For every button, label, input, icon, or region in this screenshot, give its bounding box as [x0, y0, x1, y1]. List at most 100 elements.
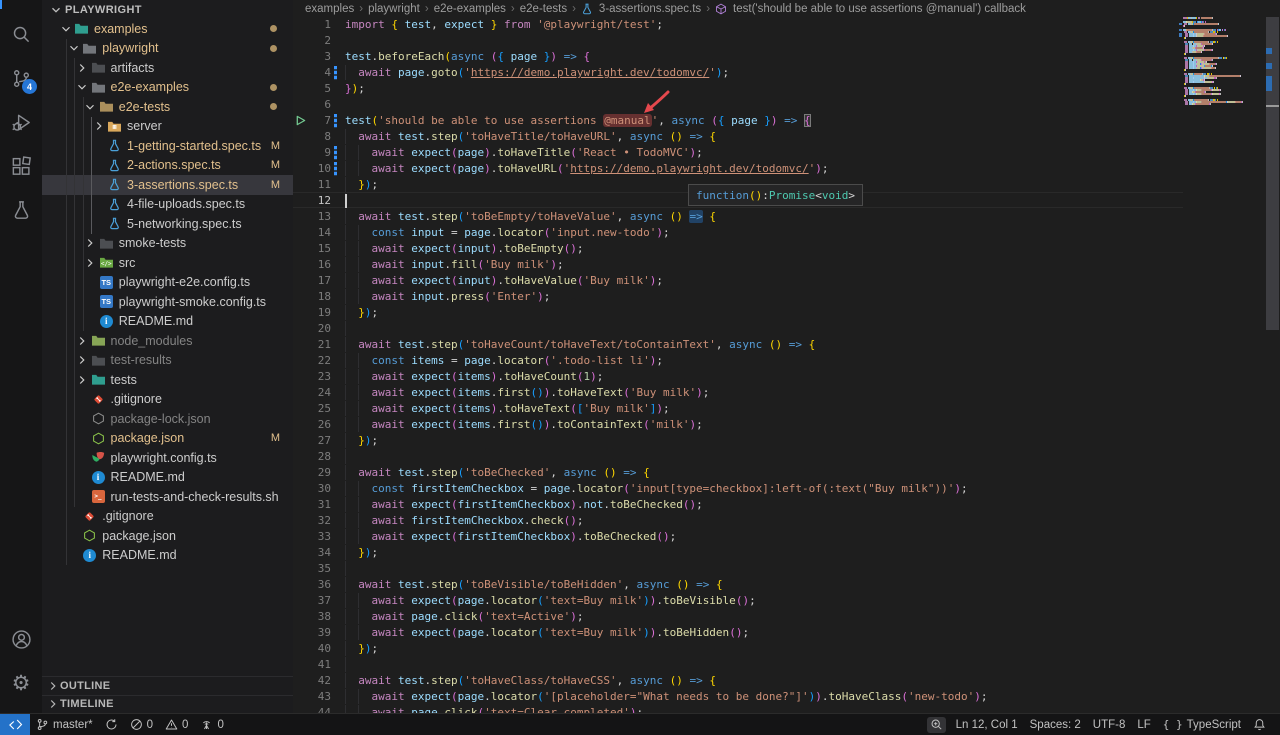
- status-radio-tower[interactable]: 0: [194, 714, 229, 735]
- tree-item-artifacts[interactable]: artifacts: [42, 58, 293, 78]
- code-line-10[interactable]: 10 await expect(page).toHaveURL('https:/…: [293, 161, 1280, 177]
- tree-item-playwright-config-ts[interactable]: playwright.config.ts: [42, 448, 293, 468]
- code-line-23[interactable]: 23 await expect(items).toHaveCount(1);: [293, 369, 1280, 385]
- code-line-42[interactable]: 42 await test.step('toHaveClass/toHaveCS…: [293, 673, 1280, 689]
- code-line-32[interactable]: 32 await firstItemCheckbox.check();: [293, 513, 1280, 529]
- tree-item-node-modules[interactable]: node_modules: [42, 331, 293, 351]
- code-line-4[interactable]: 4 await page.goto('https://demo.playwrig…: [293, 65, 1280, 81]
- status-git-branch[interactable]: master*: [30, 714, 99, 735]
- status-utf-8[interactable]: UTF-8: [1087, 714, 1132, 735]
- tree-item--gitignore[interactable]: .gitignore: [42, 507, 293, 527]
- code-line-36[interactable]: 36 await test.step('toBeVisible/toBeHidd…: [293, 577, 1280, 593]
- status-spaces-2[interactable]: Spaces: 2: [1024, 714, 1087, 735]
- code-line-14[interactable]: 14 const input = page.locator('input.new…: [293, 225, 1280, 241]
- code-line-24[interactable]: 24 await expect(items.first()).toHaveTex…: [293, 385, 1280, 401]
- run-test-icon[interactable]: [295, 115, 306, 126]
- activity-extensions-icon[interactable]: [0, 144, 42, 188]
- code-line-8[interactable]: 8 await test.step('toHaveTitle/toHaveURL…: [293, 129, 1280, 145]
- tree-item-readme-md[interactable]: iREADME.md: [42, 312, 293, 332]
- status-warning[interactable]: 0: [159, 714, 194, 735]
- panel-outline[interactable]: OUTLINE: [42, 676, 293, 695]
- code-line-22[interactable]: 22 const items = page.locator('.todo-lis…: [293, 353, 1280, 369]
- breadcrumb-item[interactable]: e2e-examples: [434, 3, 506, 15]
- code-line-18[interactable]: 18 await input.press('Enter');: [293, 289, 1280, 305]
- tree-item-playwright-e2e-config-ts[interactable]: TSplaywright-e2e.config.ts: [42, 273, 293, 293]
- breadcrumb-item[interactable]: playwright: [368, 3, 420, 15]
- tree-item-readme-md[interactable]: iREADME.md: [42, 546, 293, 566]
- tree-item--gitignore[interactable]: .gitignore: [42, 390, 293, 410]
- breadcrumb-item[interactable]: 3-assertions.spec.ts: [581, 3, 701, 15]
- code-line-35[interactable]: 35: [293, 561, 1280, 577]
- breadcrumb-item[interactable]: test('should be able to use assertions @…: [715, 3, 1026, 15]
- status-ln-12-col-1[interactable]: Ln 12, Col 1: [950, 714, 1024, 735]
- tree-item-test-results[interactable]: test-results: [42, 351, 293, 371]
- code-line-38[interactable]: 38 await page.click('text=Active');: [293, 609, 1280, 625]
- activity-search-icon[interactable]: [0, 12, 42, 56]
- tree-item-e2e-examples[interactable]: e2e-examples: [42, 78, 293, 98]
- tree-item-package-json[interactable]: package.json: [42, 526, 293, 546]
- code-line-27[interactable]: 27 });: [293, 433, 1280, 449]
- tree-item-4-file-uploads-spec-ts[interactable]: 4-file-uploads.spec.ts: [42, 195, 293, 215]
- tree-item-2-actions-spec-ts[interactable]: 2-actions.spec.tsM: [42, 156, 293, 176]
- panel-timeline[interactable]: TIMELINE: [42, 695, 293, 714]
- code-line-7[interactable]: 7test('should be able to use assertions …: [293, 113, 1280, 129]
- code-line-34[interactable]: 34 });: [293, 545, 1280, 561]
- code-line-44[interactable]: 44 await page.click('text=Clear complete…: [293, 705, 1280, 713]
- tree-item-run-tests-and-check-results-sh[interactable]: >_run-tests-and-check-results.sh: [42, 487, 293, 507]
- tree-item-server[interactable]: ▦server: [42, 117, 293, 137]
- status-error[interactable]: 0: [124, 714, 159, 735]
- code-line-37[interactable]: 37 await expect(page.locator('text=Buy m…: [293, 593, 1280, 609]
- code-line-20[interactable]: 20: [293, 321, 1280, 337]
- code-line-6[interactable]: 6: [293, 97, 1280, 113]
- code-line-31[interactable]: 31 await expect(firstItemCheckbox).not.t…: [293, 497, 1280, 513]
- code-line-30[interactable]: 30 const firstItemCheckbox = page.locato…: [293, 481, 1280, 497]
- activity-run-debug-icon[interactable]: [0, 100, 42, 144]
- tree-item-5-networking-spec-ts[interactable]: 5-networking.spec.ts: [42, 214, 293, 234]
- status-lf[interactable]: LF: [1131, 714, 1156, 735]
- code-line-43[interactable]: 43 await expect(page.locator('[placehold…: [293, 689, 1280, 705]
- code-line-29[interactable]: 29 await test.step('toBeChecked', async …: [293, 465, 1280, 481]
- code-line-16[interactable]: 16 await input.fill('Buy milk');: [293, 257, 1280, 273]
- status-bell[interactable]: [1247, 714, 1272, 735]
- code-line-41[interactable]: 41: [293, 657, 1280, 673]
- tree-item-e2e-tests[interactable]: e2e-tests: [42, 97, 293, 117]
- status-zoom-plus[interactable]: [927, 717, 946, 733]
- breadcrumb-item[interactable]: e2e-tests: [520, 3, 567, 15]
- activity-settings-gear-icon[interactable]: ⚙: [0, 661, 42, 705]
- editor-pane[interactable]: examples›playwright›e2e-examples›e2e-tes…: [293, 0, 1280, 713]
- tree-item-1-getting-started-spec-ts[interactable]: 1-getting-started.spec.tsM: [42, 136, 293, 156]
- code-line-13[interactable]: 13 await test.step('toBeEmpty/toHaveValu…: [293, 209, 1280, 225]
- activity-testing-icon[interactable]: [0, 188, 42, 232]
- code-area[interactable]: 1import { test, expect } from '@playwrig…: [293, 17, 1280, 713]
- status-braces[interactable]: { }TypeScript: [1157, 714, 1247, 735]
- tree-item-src[interactable]: </>src: [42, 253, 293, 273]
- code-line-25[interactable]: 25 await expect(items).toHaveText(['Buy …: [293, 401, 1280, 417]
- code-line-5[interactable]: 5});: [293, 81, 1280, 97]
- code-line-28[interactable]: 28: [293, 449, 1280, 465]
- tree-item-package-lock-json[interactable]: package-lock.json: [42, 409, 293, 429]
- code-line-19[interactable]: 19 });: [293, 305, 1280, 321]
- status-remote[interactable]: [0, 714, 30, 735]
- tree-item-smoke-tests[interactable]: smoke-tests: [42, 234, 293, 254]
- code-line-15[interactable]: 15 await expect(input).toBeEmpty();: [293, 241, 1280, 257]
- code-line-1[interactable]: 1import { test, expect } from '@playwrig…: [293, 17, 1280, 33]
- status-sync[interactable]: [99, 714, 124, 735]
- code-line-40[interactable]: 40 });: [293, 641, 1280, 657]
- code-line-3[interactable]: 3test.beforeEach(async ({ page }) => {: [293, 49, 1280, 65]
- code-line-17[interactable]: 17 await expect(input).toHaveValue('Buy …: [293, 273, 1280, 289]
- code-line-2[interactable]: 2: [293, 33, 1280, 49]
- breadcrumb-item[interactable]: examples: [305, 3, 354, 15]
- code-line-33[interactable]: 33 await expect(firstItemCheckbox).toBeC…: [293, 529, 1280, 545]
- activity-accounts-icon[interactable]: [0, 617, 42, 661]
- code-line-39[interactable]: 39 await expect(page.locator('text=Buy m…: [293, 625, 1280, 641]
- code-line-21[interactable]: 21 await test.step('toHaveCount/toHaveTe…: [293, 337, 1280, 353]
- tree-item-examples[interactable]: examples: [42, 19, 293, 39]
- tree-item-package-json[interactable]: package.jsonM: [42, 429, 293, 449]
- editor-scrollbar[interactable]: [1265, 17, 1280, 713]
- activity-source-control-icon[interactable]: 4: [0, 56, 42, 100]
- code-line-26[interactable]: 26 await expect(items.first()).toContain…: [293, 417, 1280, 433]
- code-line-9[interactable]: 9 await expect(page).toHaveTitle('React …: [293, 145, 1280, 161]
- tree-item-playwright[interactable]: playwright: [42, 39, 293, 59]
- tree-item-tests[interactable]: tests: [42, 370, 293, 390]
- tree-item-readme-md[interactable]: iREADME.md: [42, 468, 293, 488]
